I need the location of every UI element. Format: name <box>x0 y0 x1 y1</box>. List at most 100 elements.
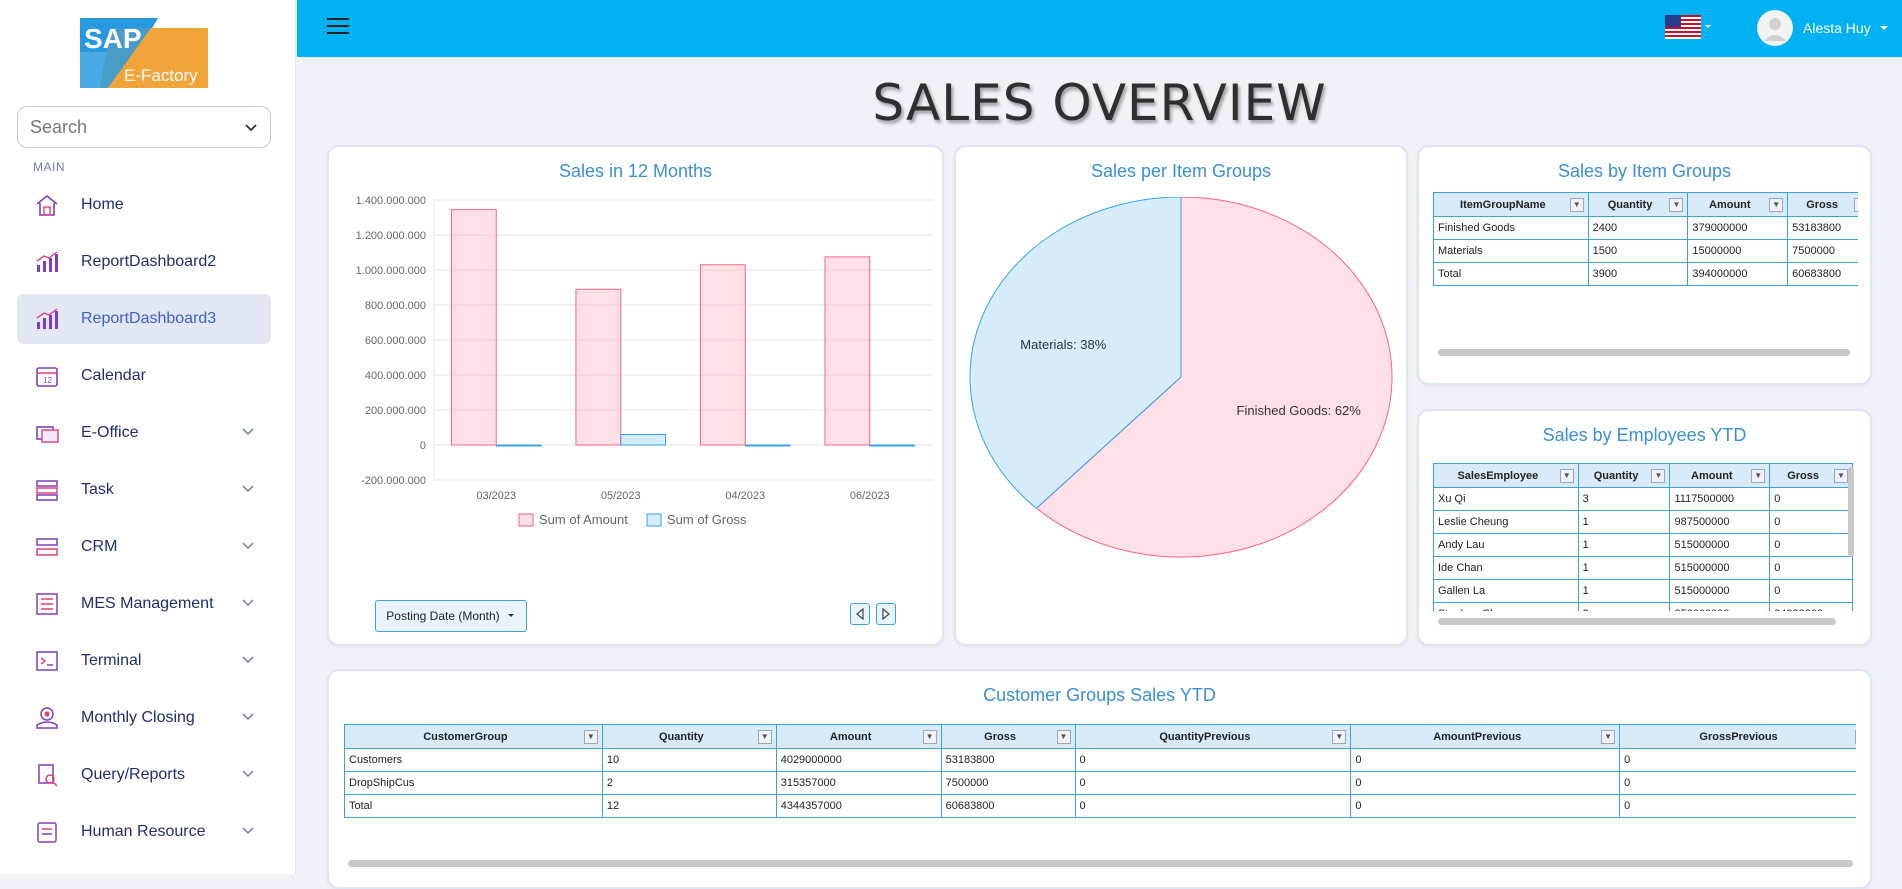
bar-sum-of-amount[interactable] <box>450 209 497 446</box>
column-header[interactable]: Amount ▼ <box>1669 463 1771 488</box>
chevron-down-icon[interactable] <box>241 766 255 784</box>
table-row[interactable]: Total 3900 394000000 60683800 <box>1433 262 1858 286</box>
bar-sum-of-gross[interactable] <box>495 444 542 447</box>
sidebar-item-mes-management[interactable]: MES Management <box>17 579 271 629</box>
chart-icon <box>33 248 61 276</box>
filter-icon[interactable]: ▼ <box>1601 730 1616 744</box>
legend-swatch[interactable] <box>518 513 534 527</box>
sidebar-item-label: Query/Reports <box>81 766 186 783</box>
column-header-label: Amount <box>1691 469 1733 482</box>
horizontal-scrollbar[interactable] <box>348 860 1853 867</box>
sidebar-item-monthly-closing[interactable]: Monthly Closing <box>17 693 271 743</box>
user-menu[interactable]: Alesta Huy <box>1757 9 1889 47</box>
search-input[interactable]: Search <box>17 106 271 148</box>
table-row[interactable]: Stephen Chow235200000024833300 <box>1433 602 1853 611</box>
table-row[interactable]: Xu Qi 3 1117500000 0 <box>1433 487 1853 511</box>
table-row[interactable]: Total 12 4344357000 60683800 0 0 0 <box>344 794 1856 818</box>
chevron-down-icon[interactable] <box>241 823 255 841</box>
filter-icon[interactable]: ▼ <box>1056 730 1071 744</box>
table-row[interactable]: DropShipCus 2 315357000 7500000 0 0 0 <box>344 771 1856 795</box>
filter-icon[interactable]: ▼ <box>1855 730 1856 744</box>
legend-label[interactable]: Sum of Amount <box>539 512 628 527</box>
chevron-down-icon[interactable] <box>244 117 258 138</box>
sidebar-item-query-reports[interactable]: Query/Reports <box>17 750 271 800</box>
sidebar-item-calendar[interactable]: 12 Calendar <box>17 351 271 401</box>
us-flag-icon <box>1665 15 1711 39</box>
column-header[interactable]: Quantity ▼ <box>1587 192 1689 217</box>
column-header[interactable]: Quantity ▼ <box>601 724 777 749</box>
chevron-down-icon[interactable] <box>241 538 255 556</box>
chevron-down-icon[interactable] <box>241 709 255 727</box>
filter-icon[interactable]: ▼ <box>1559 469 1574 483</box>
horizontal-scrollbar[interactable] <box>1438 349 1850 356</box>
table-row[interactable]: Finished Goods 2400 379000000 53183800 <box>1433 216 1858 240</box>
x-tick-label: 03/2023 <box>476 490 516 502</box>
column-header[interactable]: GrossPrevious ▼ <box>1619 724 1856 749</box>
filter-icon[interactable]: ▼ <box>1669 198 1684 212</box>
chevron-down-icon[interactable] <box>241 595 255 613</box>
vertical-scrollbar[interactable] <box>1848 467 1854 557</box>
table-row[interactable]: Ide Chan 1 515000000 0 <box>1433 556 1853 580</box>
bar-sum-of-gross[interactable] <box>620 434 667 446</box>
next-page-button[interactable] <box>876 603 896 625</box>
column-header[interactable]: Gross ▼ <box>940 724 1076 749</box>
table-cell: 1 <box>1577 579 1671 603</box>
filter-icon[interactable]: ▼ <box>922 730 937 744</box>
filter-icon[interactable]: ▼ <box>1569 198 1584 212</box>
column-header[interactable]: Quantity ▼ <box>1577 463 1671 488</box>
sidebar-item-e-office[interactable]: E-Office <box>17 408 271 458</box>
column-header[interactable]: Gross ▼ <box>1787 192 1858 217</box>
filter-icon[interactable]: ▼ <box>1834 469 1848 483</box>
sidebar-item-terminal[interactable]: Terminal <box>17 636 271 686</box>
filter-icon[interactable]: ▼ <box>1651 469 1666 483</box>
filter-icon[interactable]: ▼ <box>1769 198 1784 212</box>
task-icon <box>33 476 61 504</box>
table-row[interactable]: Materials 1500 15000000 7500000 <box>1433 239 1858 263</box>
posting-date-dropdown[interactable]: Posting Date (Month) <box>375 600 527 632</box>
filter-icon[interactable]: ▼ <box>757 730 772 744</box>
filter-icon[interactable]: ▼ <box>583 730 598 744</box>
table-row[interactable]: Gallen La 1 515000000 0 <box>1433 579 1853 603</box>
chevron-down-icon[interactable] <box>241 652 255 670</box>
table-row[interactable]: Customers 10 4029000000 53183800 0 0 0 <box>344 748 1856 772</box>
table-cell: 53183800 <box>1787 216 1858 240</box>
horizontal-scrollbar[interactable] <box>1438 618 1836 625</box>
table-row[interactable]: Leslie Cheung 1 987500000 0 <box>1433 510 1853 534</box>
chevron-down-icon[interactable] <box>241 424 255 442</box>
table-cell: Ide Chan <box>1433 556 1579 580</box>
legend-swatch[interactable] <box>646 513 662 527</box>
bar-sum-of-amount[interactable] <box>699 264 746 446</box>
prev-page-button[interactable] <box>850 603 870 625</box>
item-groups-table: ItemGroupName ▼ Quantity ▼ Amount ▼ Gross ▼ Fin… <box>1433 192 1858 286</box>
bar-sum-of-gross[interactable] <box>744 444 791 447</box>
sidebar-item-crm[interactable]: CRM <box>17 522 271 572</box>
menu-icon[interactable] <box>327 18 349 36</box>
user-name: Alesta Huy <box>1803 20 1871 36</box>
table-cell: 515000000 <box>1669 579 1771 603</box>
column-header[interactable]: SalesEmployee ▼ <box>1433 463 1579 488</box>
filter-icon[interactable]: ▼ <box>1751 469 1766 483</box>
column-header[interactable]: CustomerGroup ▼ <box>344 724 603 749</box>
filter-icon[interactable]: ▼ <box>1854 198 1858 212</box>
legend-label[interactable]: Sum of Gross <box>667 512 747 527</box>
filter-icon[interactable]: ▼ <box>1332 730 1347 744</box>
table-row[interactable]: Andy Lau 1 515000000 0 <box>1433 533 1853 557</box>
chevron-down-icon[interactable] <box>241 481 255 499</box>
column-header[interactable]: Gross ▼ <box>1769 463 1853 488</box>
sidebar-item-reportdashboard2[interactable]: ReportDashboard2 <box>17 237 271 287</box>
column-header[interactable]: ItemGroupName ▼ <box>1433 192 1589 217</box>
sap-efactory-logo[interactable]: SAP E-Factory <box>80 18 208 88</box>
column-header[interactable]: Amount ▼ <box>1687 192 1789 217</box>
column-header[interactable]: AmountPrevious ▼ <box>1350 724 1621 749</box>
bar-sum-of-amount[interactable] <box>575 288 622 446</box>
sidebar-item-task[interactable]: Task <box>17 465 271 515</box>
language-selector[interactable] <box>1665 15 1711 39</box>
sidebar-item-label: CRM <box>81 538 118 555</box>
bar-sum-of-amount[interactable] <box>824 256 871 446</box>
sidebar-item-reportdashboard3[interactable]: ReportDashboard3 <box>17 294 271 344</box>
sidebar-item-human-resource[interactable]: Human Resource <box>17 807 271 857</box>
column-header[interactable]: Amount ▼ <box>775 724 942 749</box>
column-header[interactable]: QuantityPrevious ▼ <box>1074 724 1352 749</box>
sidebar-item-home[interactable]: Home <box>17 180 271 230</box>
bar-sum-of-gross[interactable] <box>869 444 916 447</box>
